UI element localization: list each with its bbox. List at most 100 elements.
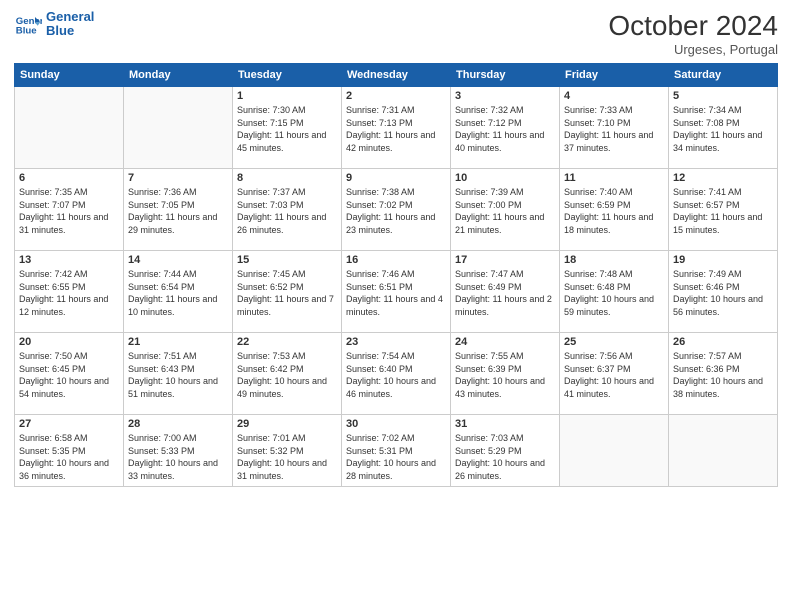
- calendar-cell: 22 Sunrise: 7:53 AMSunset: 6:42 PMDayligh…: [233, 333, 342, 415]
- day-info: Sunrise: 7:41 AMSunset: 6:57 PMDaylight:…: [673, 186, 773, 236]
- day-info: Sunrise: 7:55 AMSunset: 6:39 PMDaylight:…: [455, 350, 555, 400]
- calendar-cell: [669, 415, 778, 487]
- day-info: Sunrise: 6:58 AMSunset: 5:35 PMDaylight:…: [19, 432, 119, 482]
- logo-general: General: [46, 10, 94, 24]
- calendar-cell: 12 Sunrise: 7:41 AMSunset: 6:57 PMDayligh…: [669, 169, 778, 251]
- day-info: Sunrise: 7:50 AMSunset: 6:45 PMDaylight:…: [19, 350, 119, 400]
- weekday-header: Thursday: [451, 64, 560, 87]
- calendar-cell: 10 Sunrise: 7:39 AMSunset: 7:00 PMDayligh…: [451, 169, 560, 251]
- day-info: Sunrise: 7:45 AMSunset: 6:52 PMDaylight:…: [237, 268, 337, 318]
- calendar-cell: 1 Sunrise: 7:30 AMSunset: 7:15 PMDaylight…: [233, 87, 342, 169]
- day-number: 20: [19, 336, 119, 348]
- calendar-cell: 29Sunrise: 7:01 AMSunset: 5:32 PMDayligh…: [233, 415, 342, 487]
- weekday-header: Wednesday: [342, 64, 451, 87]
- day-info: Sunrise: 7:44 AMSunset: 6:54 PMDaylight:…: [128, 268, 228, 318]
- day-info: Sunrise: 7:37 AMSunset: 7:03 PMDaylight:…: [237, 186, 337, 236]
- day-info: Sunrise: 7:42 AMSunset: 6:55 PMDaylight:…: [19, 268, 119, 318]
- calendar-cell: 19Sunrise: 7:49 AMSunset: 6:46 PMDayligh…: [669, 251, 778, 333]
- day-info: Sunrise: 7:30 AMSunset: 7:15 PMDaylight:…: [237, 104, 337, 154]
- calendar-cell: 20 Sunrise: 7:50 AMSunset: 6:45 PMDayligh…: [15, 333, 124, 415]
- day-number: 18: [564, 254, 664, 266]
- day-number: 16: [346, 254, 446, 266]
- day-number: 17: [455, 254, 555, 266]
- header: General Blue General Blue October 2024 U…: [14, 10, 778, 57]
- day-number: 11: [564, 172, 664, 184]
- day-info: Sunrise: 7:57 AMSunset: 6:36 PMDaylight:…: [673, 350, 773, 400]
- day-info: Sunrise: 7:40 AMSunset: 6:59 PMDaylight:…: [564, 186, 664, 236]
- weekday-header: Friday: [560, 64, 669, 87]
- calendar-cell: 9Sunrise: 7:38 AMSunset: 7:02 PMDaylight…: [342, 169, 451, 251]
- location-subtitle: Urgeses, Portugal: [608, 42, 778, 57]
- calendar-cell: 21 Sunrise: 7:51 AMSunset: 6:43 PMDayligh…: [124, 333, 233, 415]
- day-number: 12: [673, 172, 773, 184]
- day-info: Sunrise: 7:00 AMSunset: 5:33 PMDaylight:…: [128, 432, 228, 482]
- day-info: Sunrise: 7:35 AMSunset: 7:07 PMDaylight:…: [19, 186, 119, 236]
- calendar-cell: 23 Sunrise: 7:54 AMSunset: 6:40 PMDayligh…: [342, 333, 451, 415]
- calendar-cell: 8 Sunrise: 7:37 AMSunset: 7:03 PMDaylight…: [233, 169, 342, 251]
- calendar-cell: 7Sunrise: 7:36 AMSunset: 7:05 PMDaylight…: [124, 169, 233, 251]
- calendar-cell: 5 Sunrise: 7:34 AMSunset: 7:08 PMDaylight…: [669, 87, 778, 169]
- day-info: Sunrise: 7:38 AMSunset: 7:02 PMDaylight:…: [346, 186, 446, 236]
- day-info: Sunrise: 7:47 AMSunset: 6:49 PMDaylight:…: [455, 268, 555, 318]
- day-info: Sunrise: 7:53 AMSunset: 6:42 PMDaylight:…: [237, 350, 337, 400]
- day-info: Sunrise: 7:39 AMSunset: 7:00 PMDaylight:…: [455, 186, 555, 236]
- calendar-week-row: 6 Sunrise: 7:35 AMSunset: 7:07 PMDaylight…: [15, 169, 778, 251]
- calendar-header-row: SundayMondayTuesdayWednesdayThursdayFrid…: [15, 64, 778, 87]
- calendar-cell: 18Sunrise: 7:48 AMSunset: 6:48 PMDayligh…: [560, 251, 669, 333]
- day-number: 24: [455, 336, 555, 348]
- title-block: October 2024 Urgeses, Portugal: [608, 10, 778, 57]
- calendar-cell: 16 Sunrise: 7:46 AMSunset: 6:51 PMDayligh…: [342, 251, 451, 333]
- day-info: Sunrise: 7:34 AMSunset: 7:08 PMDaylight:…: [673, 104, 773, 154]
- day-number: 2: [346, 90, 446, 102]
- logo-blue: Blue: [46, 24, 74, 38]
- day-number: 29: [237, 418, 337, 430]
- day-number: 13: [19, 254, 119, 266]
- day-info: Sunrise: 7:02 AMSunset: 5:31 PMDaylight:…: [346, 432, 446, 482]
- day-number: 22: [237, 336, 337, 348]
- day-number: 19: [673, 254, 773, 266]
- month-title: October 2024: [608, 10, 778, 42]
- calendar-cell: 4 Sunrise: 7:33 AMSunset: 7:10 PMDaylight…: [560, 87, 669, 169]
- calendar-table: SundayMondayTuesdayWednesdayThursdayFrid…: [14, 63, 778, 487]
- day-info: Sunrise: 7:03 AMSunset: 5:29 PMDaylight:…: [455, 432, 555, 482]
- day-number: 23: [346, 336, 446, 348]
- svg-text:Blue: Blue: [16, 26, 37, 37]
- calendar-week-row: 1 Sunrise: 7:30 AMSunset: 7:15 PMDaylight…: [15, 87, 778, 169]
- day-number: 7: [128, 172, 228, 184]
- day-number: 8: [237, 172, 337, 184]
- day-number: 1: [237, 90, 337, 102]
- day-number: 28: [128, 418, 228, 430]
- day-info: Sunrise: 7:31 AMSunset: 7:13 PMDaylight:…: [346, 104, 446, 154]
- day-number: 5: [673, 90, 773, 102]
- calendar-cell: [124, 87, 233, 169]
- calendar-week-row: 20 Sunrise: 7:50 AMSunset: 6:45 PMDayligh…: [15, 333, 778, 415]
- day-number: 26: [673, 336, 773, 348]
- calendar-week-row: 27 Sunrise: 6:58 AMSunset: 5:35 PMDayligh…: [15, 415, 778, 487]
- calendar-cell: 28 Sunrise: 7:00 AMSunset: 5:33 PMDayligh…: [124, 415, 233, 487]
- day-info: Sunrise: 7:54 AMSunset: 6:40 PMDaylight:…: [346, 350, 446, 400]
- calendar-cell: 14 Sunrise: 7:44 AMSunset: 6:54 PMDayligh…: [124, 251, 233, 333]
- calendar-cell: [560, 415, 669, 487]
- calendar-cell: 27 Sunrise: 6:58 AMSunset: 5:35 PMDayligh…: [15, 415, 124, 487]
- day-info: Sunrise: 7:56 AMSunset: 6:37 PMDaylight:…: [564, 350, 664, 400]
- day-number: 4: [564, 90, 664, 102]
- logo-icon: General Blue: [14, 10, 42, 38]
- day-number: 10: [455, 172, 555, 184]
- day-info: Sunrise: 7:32 AMSunset: 7:12 PMDaylight:…: [455, 104, 555, 154]
- day-info: Sunrise: 7:33 AMSunset: 7:10 PMDaylight:…: [564, 104, 664, 154]
- calendar-cell: 24 Sunrise: 7:55 AMSunset: 6:39 PMDayligh…: [451, 333, 560, 415]
- day-info: Sunrise: 7:51 AMSunset: 6:43 PMDaylight:…: [128, 350, 228, 400]
- day-number: 15: [237, 254, 337, 266]
- calendar-cell: 31Sunrise: 7:03 AMSunset: 5:29 PMDayligh…: [451, 415, 560, 487]
- calendar-cell: 15 Sunrise: 7:45 AMSunset: 6:52 PMDayligh…: [233, 251, 342, 333]
- day-number: 21: [128, 336, 228, 348]
- day-number: 14: [128, 254, 228, 266]
- day-info: Sunrise: 7:46 AMSunset: 6:51 PMDaylight:…: [346, 268, 446, 318]
- calendar-cell: 6 Sunrise: 7:35 AMSunset: 7:07 PMDaylight…: [15, 169, 124, 251]
- weekday-header: Saturday: [669, 64, 778, 87]
- calendar-cell: 17 Sunrise: 7:47 AMSunset: 6:49 PMDayligh…: [451, 251, 560, 333]
- calendar-cell: 26 Sunrise: 7:57 AMSunset: 6:36 PMDayligh…: [669, 333, 778, 415]
- day-number: 27: [19, 418, 119, 430]
- calendar-container: General Blue General Blue October 2024 U…: [0, 0, 792, 612]
- day-number: 6: [19, 172, 119, 184]
